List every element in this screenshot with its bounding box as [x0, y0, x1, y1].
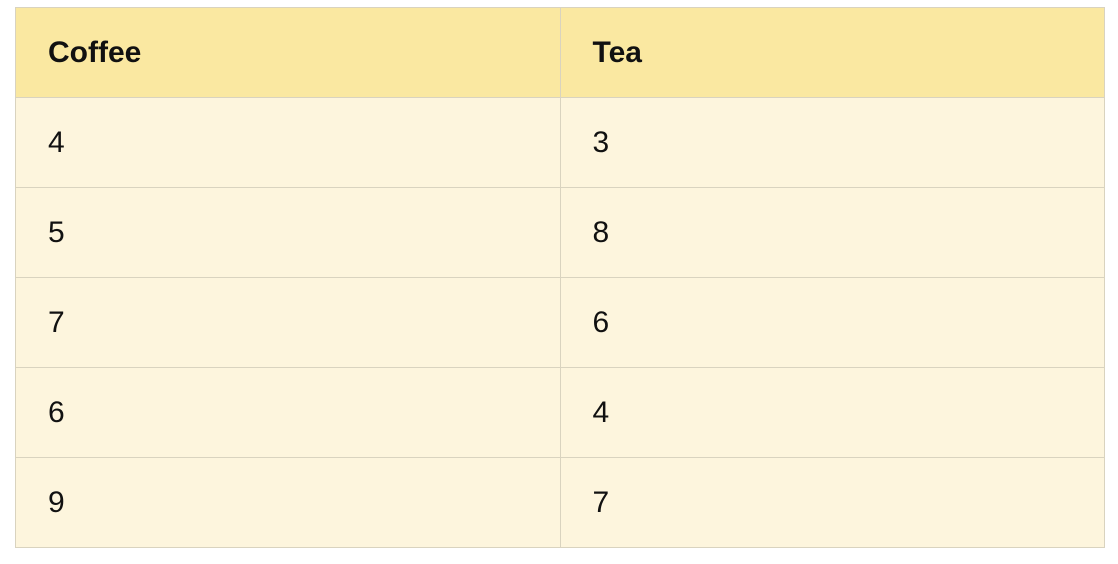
- table-row: 4 3: [16, 97, 1104, 188]
- column-header-coffee: Coffee: [16, 8, 560, 98]
- data-table: Coffee Tea 4 3 5 8 7 6 6 4 9 7: [16, 8, 1104, 547]
- table-cell-tea: 6: [559, 277, 1104, 368]
- data-table-container: Coffee Tea 4 3 5 8 7 6 6 4 9 7: [15, 7, 1105, 548]
- table-row: 7 6: [16, 277, 1104, 368]
- column-header-tea: Tea: [559, 8, 1104, 98]
- table-cell-tea: 7: [559, 457, 1104, 547]
- table-header-row: Coffee Tea: [16, 8, 1104, 98]
- table-cell-coffee: 7: [16, 277, 560, 368]
- table-row: 5 8: [16, 187, 1104, 278]
- table-cell-tea: 4: [559, 367, 1104, 458]
- table-cell-coffee: 6: [16, 367, 560, 458]
- table-cell-coffee: 4: [16, 97, 560, 188]
- table-cell-tea: 8: [559, 187, 1104, 278]
- table-cell-coffee: 9: [16, 457, 560, 547]
- table-cell-tea: 3: [559, 97, 1104, 188]
- table-row: 6 4: [16, 367, 1104, 458]
- table-cell-coffee: 5: [16, 187, 560, 278]
- table-row: 9 7: [16, 457, 1104, 547]
